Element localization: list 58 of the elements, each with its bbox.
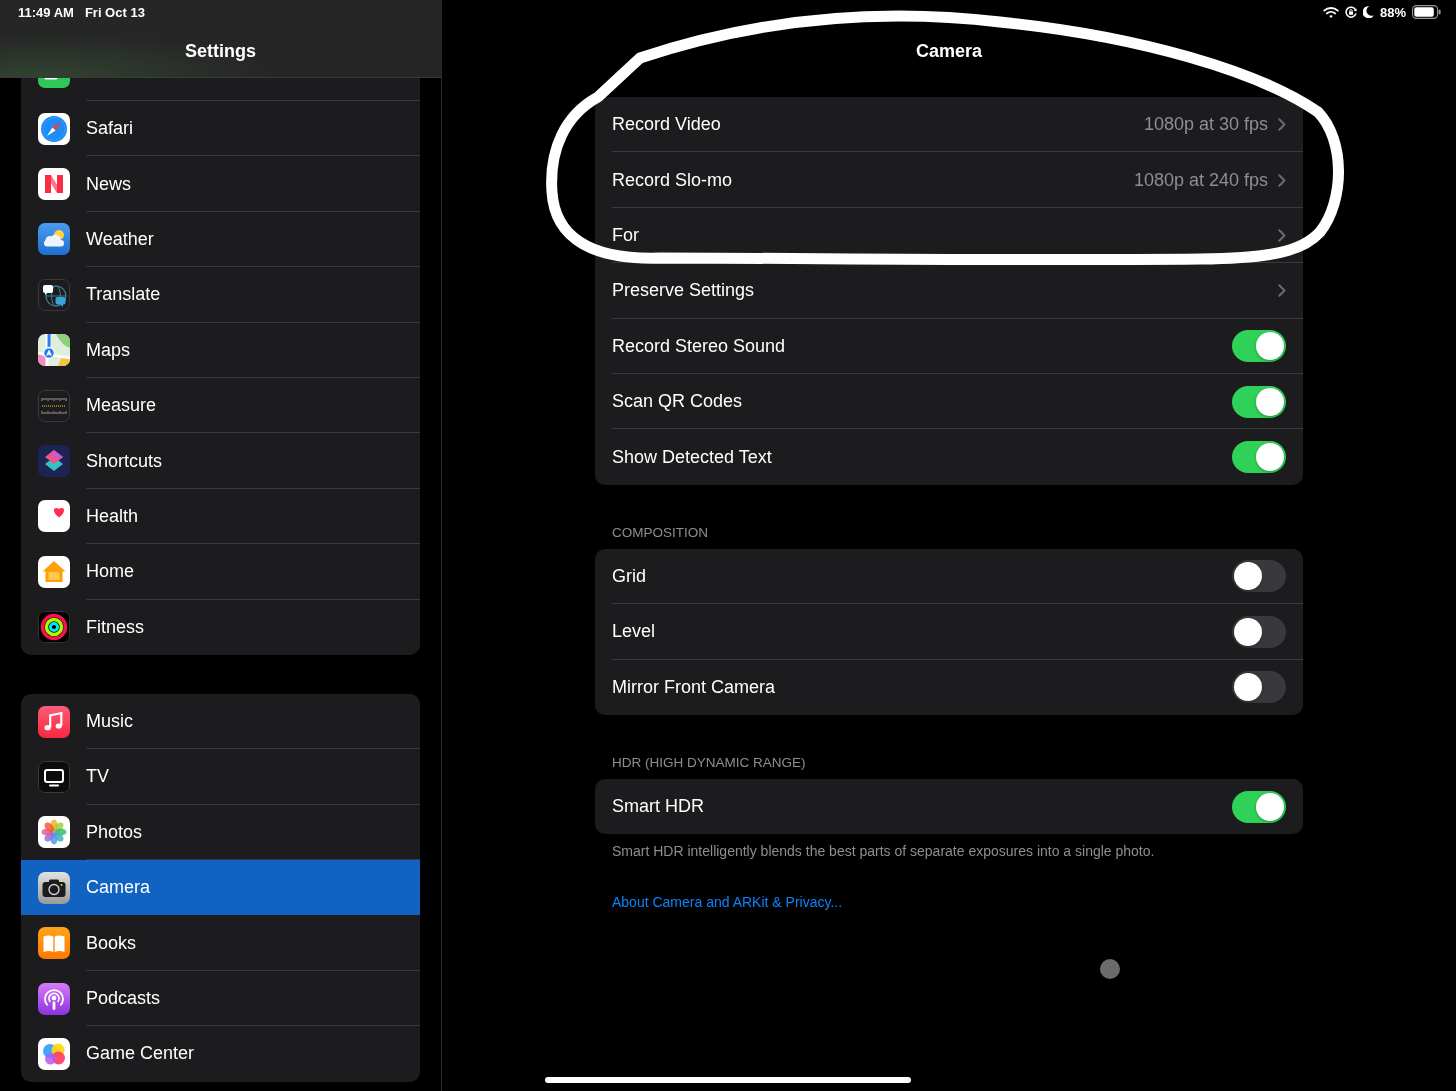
rotation-lock-icon [1344, 6, 1357, 18]
book-icon [38, 927, 70, 960]
privacy-link[interactable]: About Camera and ARKit & Privacy... [612, 894, 843, 911]
layers-icon [38, 445, 70, 478]
cloud-sun-icon [38, 223, 70, 256]
battery-icon [1412, 5, 1441, 19]
rings-icon [38, 611, 70, 644]
setting-label: Scan QR Codes [612, 391, 743, 413]
status-time: 11:49 AM [18, 4, 74, 20]
camera-icon [38, 871, 70, 904]
setting-label: Record Slo-mo [612, 169, 733, 191]
setting-value: 1080p at 240 fps [1133, 169, 1268, 191]
toggle-switch[interactable] [1232, 441, 1286, 474]
compass-icon [38, 112, 70, 145]
setting-label: Smart HDR [612, 796, 704, 818]
app-tile-icon [38, 78, 70, 88]
chevron-icon[interactable] [1278, 228, 1286, 242]
toggle-switch[interactable] [1232, 671, 1286, 704]
page-title: Camera [915, 40, 982, 62]
toggle-switch[interactable] [1232, 615, 1286, 648]
setting-label: Record Video [612, 114, 721, 136]
chevron-icon[interactable] [1278, 173, 1286, 187]
sidebar-item[interactable]: Game Center [21, 1026, 420, 1082]
sidebar-item[interactable]: Fitness [21, 599, 420, 655]
globe-speech-icon [38, 278, 70, 311]
section-footer: Smart HDR intelligently blends the best parts of separate exposures into a single photo. [612, 843, 1155, 860]
setting-label: Grid [612, 565, 646, 587]
house-icon [38, 555, 70, 588]
setting-label: Record Stereo Sound [612, 335, 786, 357]
section-header: HDR (HIGH DYNAMIC RANGE) [612, 754, 806, 771]
chevron-icon[interactable] [1278, 284, 1286, 298]
flower-icon [38, 816, 70, 849]
chevron-icon[interactable] [1278, 118, 1286, 132]
pointer-cursor-icon [1100, 959, 1120, 979]
setting-label: Show Detected Text [612, 446, 772, 468]
setting-label: For [612, 224, 639, 246]
section-header: COMPOSITION [612, 524, 708, 541]
sidebar-title: Settings [185, 40, 256, 62]
setting-label: Level [612, 621, 656, 643]
sidebar-item[interactable]: Camera [21, 860, 420, 916]
setting-label: Preserve Settings [612, 280, 755, 302]
moon-icon [1362, 6, 1374, 18]
toggle-switch[interactable] [1232, 330, 1286, 363]
wifi-icon [1322, 6, 1339, 18]
battery-percentage: 88% [1379, 4, 1406, 20]
television-icon [38, 761, 70, 793]
toggle-switch[interactable] [1232, 385, 1286, 418]
n-logo-icon [38, 168, 70, 201]
map-icon [38, 334, 70, 367]
music-note-icon [38, 705, 70, 738]
setting-label: Mirror Front Camera [612, 676, 776, 698]
status-date: Fri Oct 13 [84, 4, 145, 20]
overlapping-circles-icon [38, 1037, 70, 1070]
setting-value: 1080p at 30 fps [1143, 114, 1268, 136]
toggle-switch[interactable] [1232, 790, 1286, 823]
ruler-icon [38, 389, 70, 422]
toggle-switch[interactable] [1232, 560, 1286, 593]
broadcast-icon [38, 982, 70, 1015]
